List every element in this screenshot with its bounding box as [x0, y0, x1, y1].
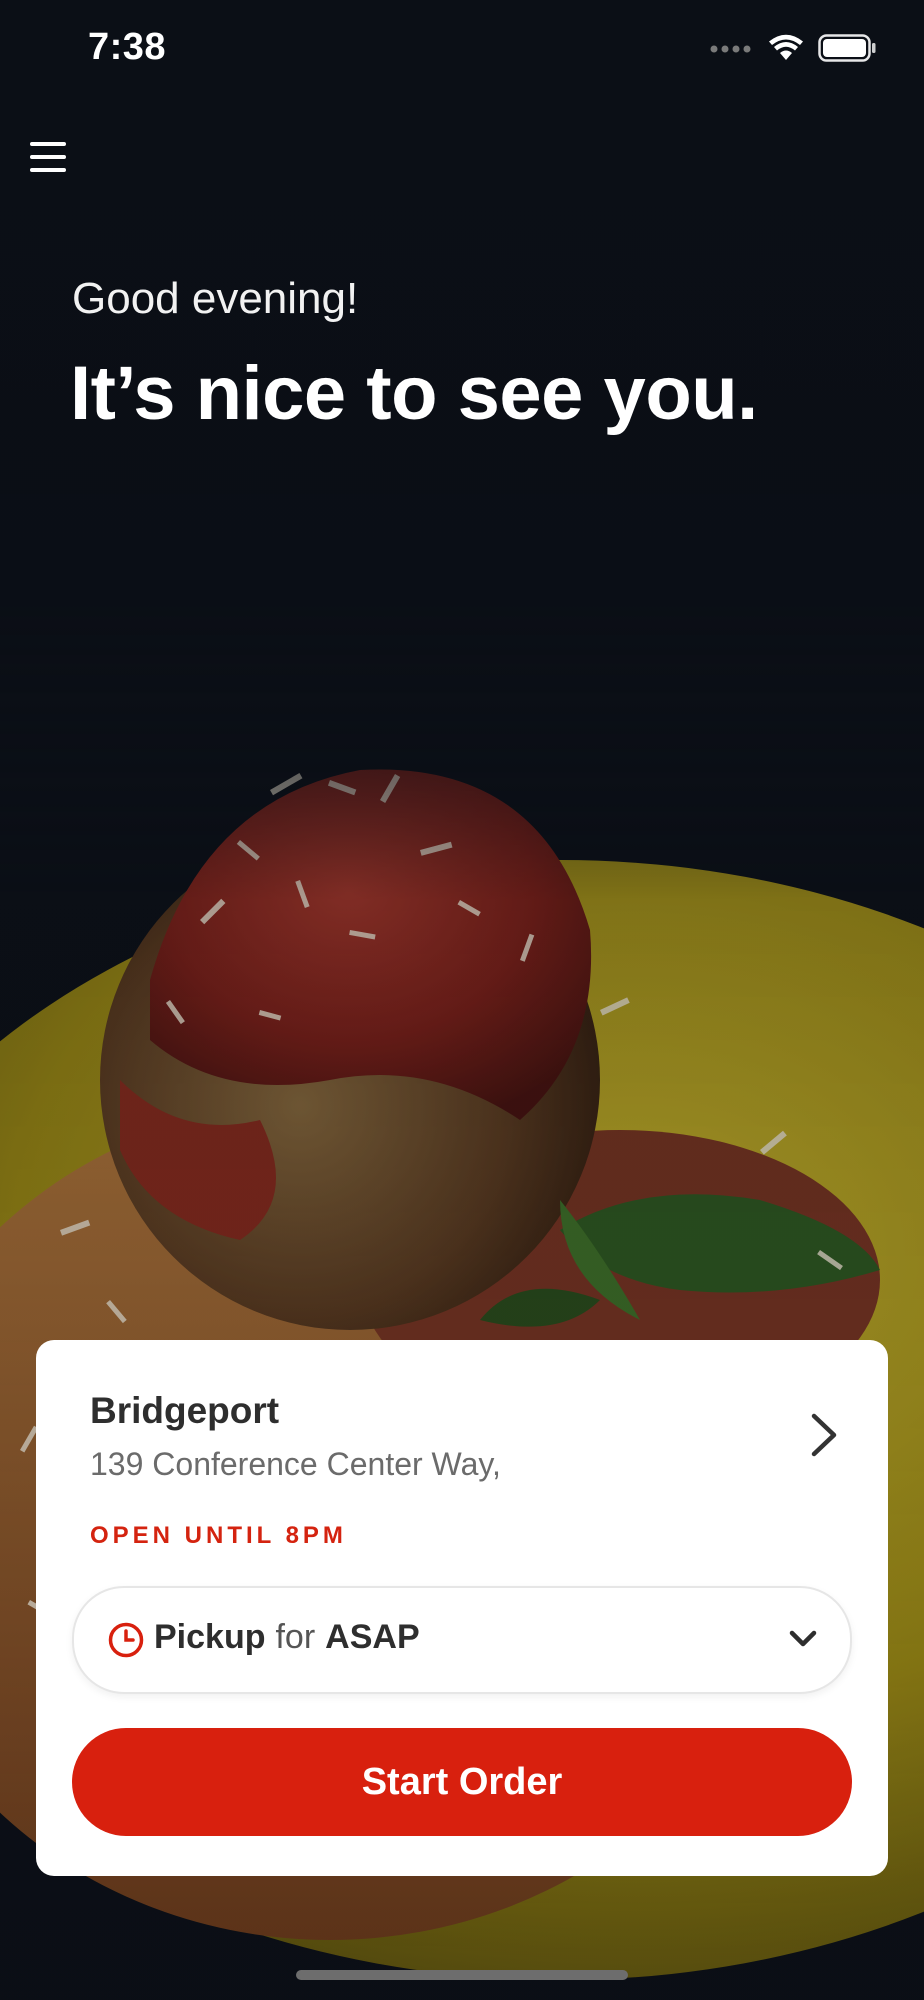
start-order-button[interactable]: Start Order [72, 1728, 852, 1836]
location-hours: OPEN UNTIL 8PM [90, 1522, 347, 1549]
battery-icon [818, 33, 876, 67]
menu-line [30, 142, 66, 146]
home-indicator[interactable] [296, 1970, 628, 1980]
chevron-down-icon [788, 1626, 818, 1652]
order-mode-type: Pickup [154, 1618, 266, 1656]
status-bar: 7:38 [0, 0, 924, 100]
order-mode-select[interactable]: Pickup for ASAP [72, 1586, 852, 1694]
location-name[interactable]: Bridgeport [90, 1390, 279, 1432]
greeting-subtitle: Good evening! [72, 274, 359, 323]
menu-line [30, 168, 66, 172]
order-mode-connector: for [275, 1618, 316, 1656]
order-mode-time: ASAP [325, 1618, 420, 1656]
greeting-headline: It’s nice to see you. [70, 351, 758, 436]
chevron-right-icon[interactable] [804, 1410, 844, 1460]
wifi-icon [768, 34, 804, 67]
status-time: 7:38 [88, 26, 167, 68]
location-card: Bridgeport 139 Conference Center Way, OP… [36, 1340, 888, 1876]
order-mode-text: Pickup for ASAP [154, 1618, 420, 1657]
hamburger-menu-icon[interactable] [30, 134, 76, 180]
menu-line [30, 155, 66, 159]
signal-dots-icon [710, 41, 754, 59]
clock-icon [108, 1622, 144, 1658]
status-icons [710, 33, 876, 67]
app-screen: 7:38 Good evening! It’s nice to see you.… [0, 0, 924, 2000]
location-address: 139 Conference Center Way, [90, 1446, 501, 1482]
